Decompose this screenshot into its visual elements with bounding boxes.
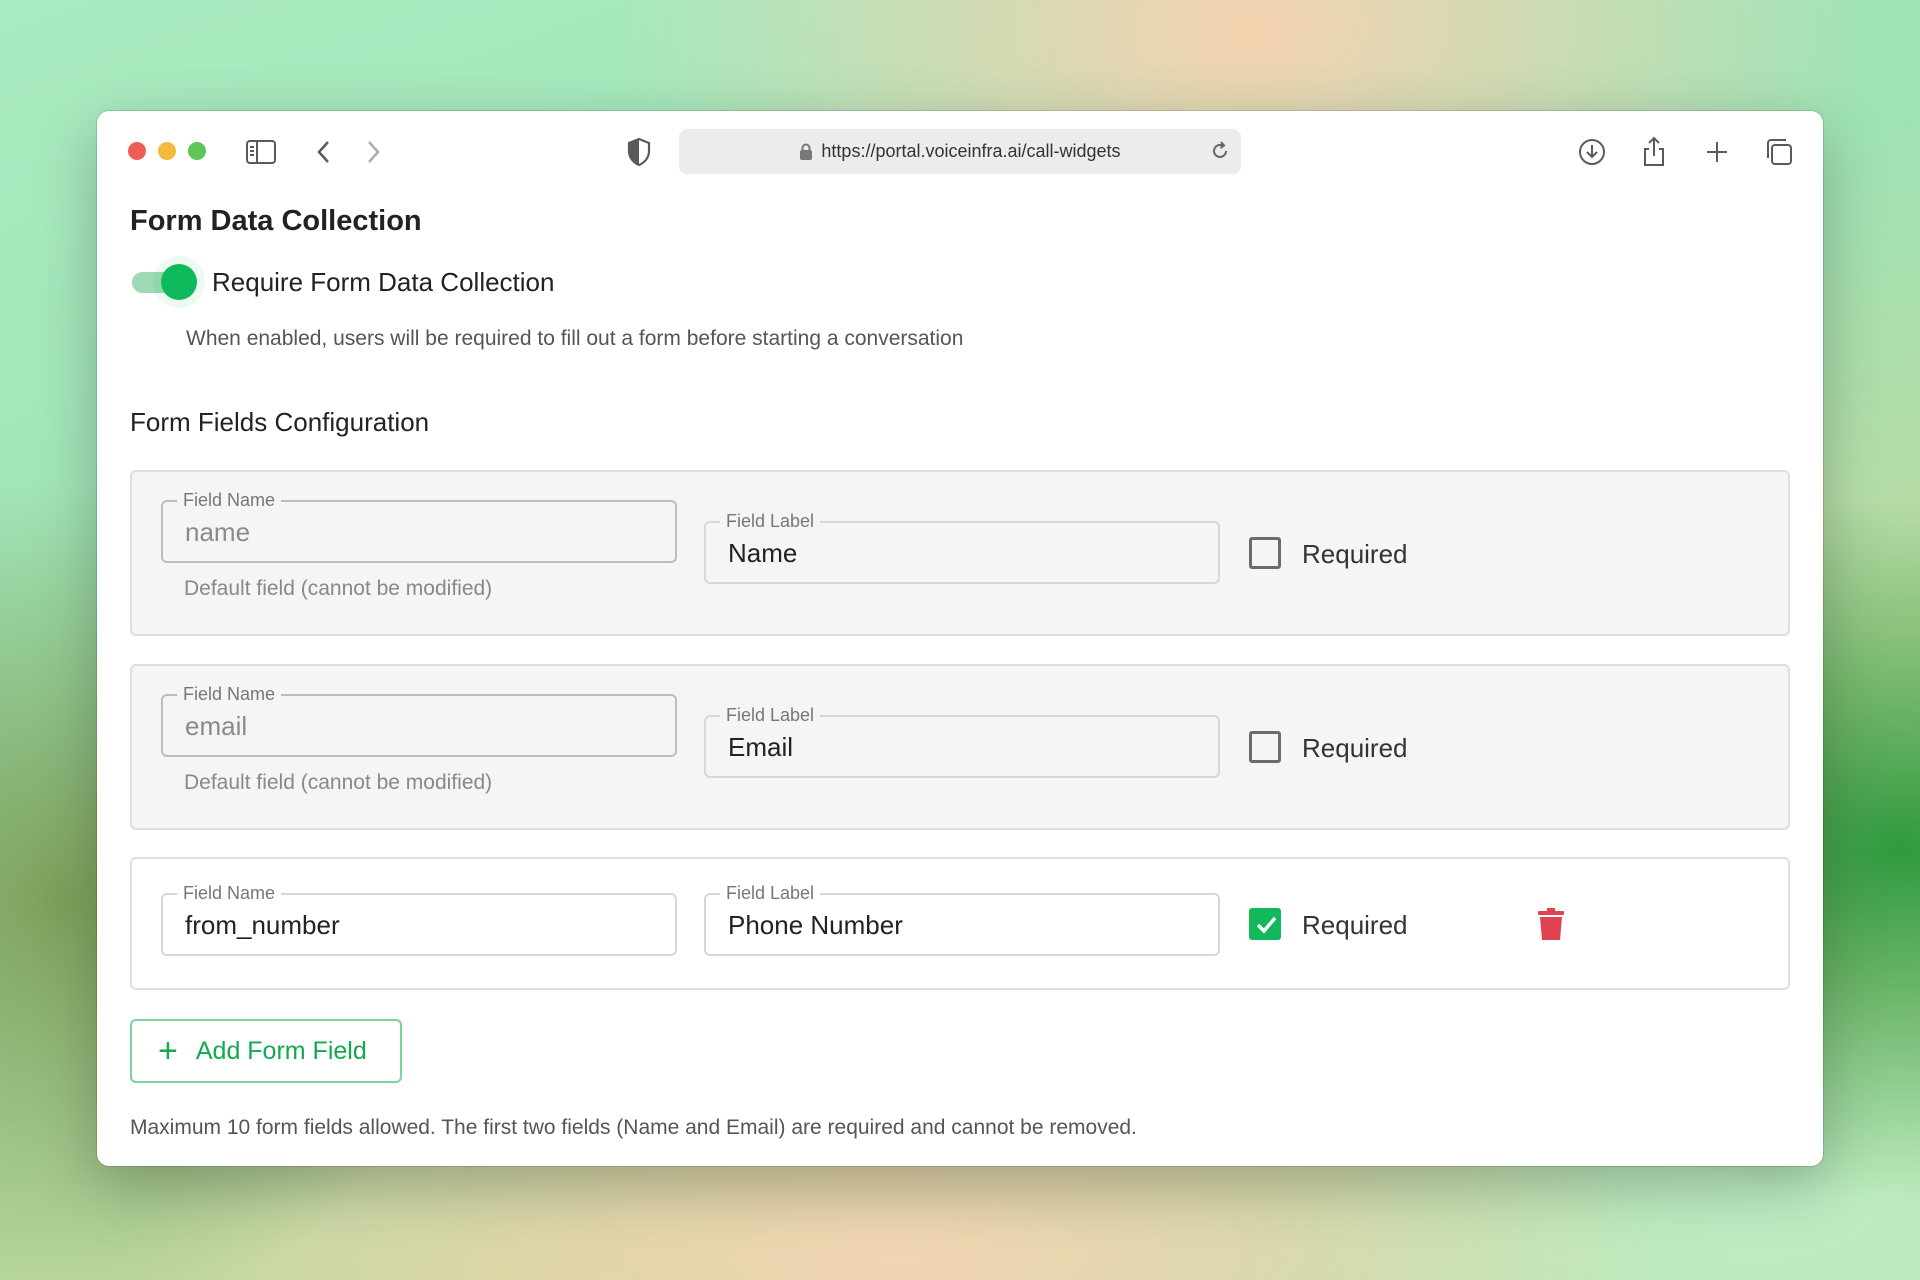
section-title: Form Fields Configuration <box>130 407 430 437</box>
require-form-toggle[interactable] <box>130 261 198 301</box>
field-name-legend: Field Name <box>177 883 282 904</box>
footer-note: Maximum 10 form fields allowed. The firs… <box>130 1116 1137 1139</box>
toggle-thumb <box>161 264 197 300</box>
page-title: Form Data Collection <box>130 205 422 237</box>
required-label: Required <box>1302 733 1408 763</box>
field-label-legend: Field Label <box>720 883 821 904</box>
field-helper-text: Default field (cannot be modified) <box>184 577 493 600</box>
required-label: Required <box>1302 910 1408 940</box>
field-name-input[interactable]: Field Name from_number <box>161 883 677 956</box>
field-name-value: email <box>185 711 248 741</box>
field-label-value: Name <box>728 538 798 568</box>
field-label-input[interactable]: Field Label Phone Number <box>704 883 1220 956</box>
add-form-field-label: Add Form Field <box>195 1036 367 1065</box>
form-field-card: Field Name from_number Field Label Phone… <box>130 857 1790 990</box>
field-label-input[interactable]: Field Label Email <box>704 705 1220 778</box>
page-content: Form Data Collection Require Form Data C… <box>97 111 1823 1166</box>
required-checkbox[interactable] <box>1249 731 1281 763</box>
toggle-help-text: When enabled, users will be required to … <box>186 327 964 350</box>
required-label: Required <box>1302 539 1408 569</box>
plus-icon: + <box>158 1032 178 1070</box>
field-name-legend: Field Name <box>177 490 282 511</box>
field-label-legend: Field Label <box>720 511 821 532</box>
field-helper-text: Default field (cannot be modified) <box>184 771 493 794</box>
field-label-legend: Field Label <box>720 705 821 726</box>
field-name-input[interactable]: Field Name name <box>161 490 677 563</box>
field-label-input[interactable]: Field Label Name <box>704 511 1220 584</box>
delete-field-trash-icon[interactable] <box>1537 907 1567 941</box>
field-label-value: Email <box>728 732 794 762</box>
toggle-label: Require Form Data Collection <box>212 267 555 297</box>
field-label-value: Phone Number <box>728 910 903 940</box>
form-field-card: Field Name email Default field (cannot b… <box>130 664 1790 830</box>
required-checkbox[interactable] <box>1249 537 1281 569</box>
form-field-card: Field Name name Default field (cannot be… <box>130 470 1790 636</box>
field-name-legend: Field Name <box>177 684 282 705</box>
field-name-input[interactable]: Field Name email <box>161 684 677 757</box>
field-name-value: name <box>185 517 251 547</box>
add-form-field-button[interactable]: + Add Form Field <box>130 1019 402 1083</box>
required-checkbox-checked[interactable] <box>1249 908 1281 940</box>
check-icon <box>1256 916 1277 934</box>
field-name-value: from_number <box>185 910 340 940</box>
